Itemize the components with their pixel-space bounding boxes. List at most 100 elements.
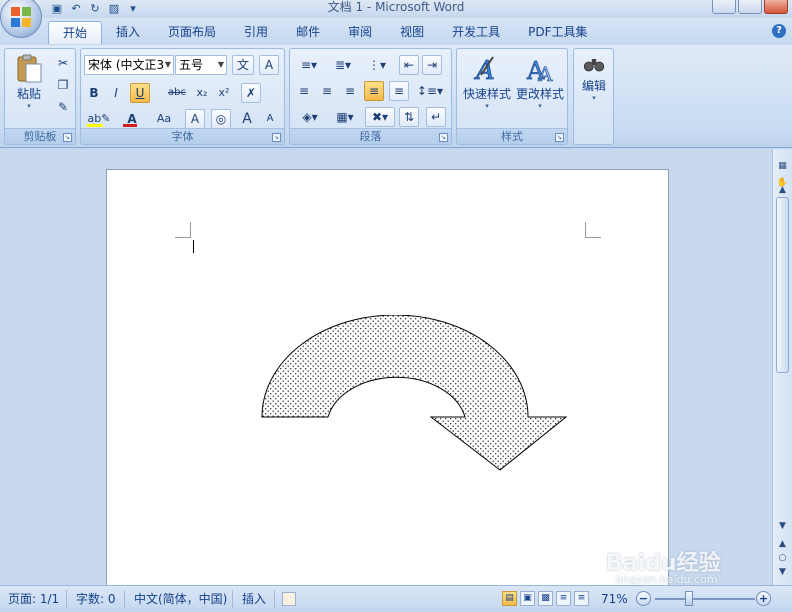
underline-button[interactable]: U — [130, 83, 150, 103]
zoom-in-icon[interactable]: + — [756, 591, 771, 606]
paste-label: 粘贴 — [16, 87, 41, 101]
close-button[interactable] — [764, 0, 788, 14]
minimize-button[interactable] — [712, 0, 736, 14]
justify-icon[interactable]: ≡ — [364, 81, 384, 101]
next-page-icon[interactable]: ▼ — [775, 565, 790, 579]
decrease-indent-icon[interactable]: ⇤ — [399, 55, 419, 75]
font-color-button[interactable]: A — [119, 109, 145, 129]
character-shading-icon[interactable]: A — [185, 109, 205, 129]
increase-indent-icon[interactable]: ⇥ — [422, 55, 442, 75]
tab-page-layout[interactable]: 页面布局 — [154, 21, 230, 44]
highlight-swatch — [87, 124, 103, 127]
subscript-button[interactable]: x₂ — [192, 83, 212, 103]
font-launcher-icon[interactable]: ↘ — [272, 133, 281, 142]
distributed-icon[interactable]: ≡ — [389, 81, 409, 101]
shrink-font-button[interactable]: A — [260, 109, 280, 129]
sort-icon[interactable]: ⇅ — [399, 107, 419, 127]
baidu-watermark: Baidu经验 jingyan.baidu.com — [606, 545, 721, 586]
superscript-button[interactable]: x² — [214, 83, 234, 103]
grow-font-button[interactable]: A — [237, 109, 257, 129]
scroll-up-icon[interactable]: ▲ — [775, 183, 790, 197]
highlight-color-button[interactable]: ab✎ — [84, 109, 114, 129]
align-right-icon[interactable]: ≡ — [340, 81, 360, 101]
change-styles-icon: A A — [526, 57, 554, 85]
clipboard-launcher-icon[interactable]: ↘ — [63, 133, 72, 142]
tab-mailings[interactable]: 邮件 — [282, 21, 334, 44]
change-case-button[interactable]: Aa — [151, 109, 177, 129]
change-styles-button[interactable]: A A 更改样式 ▾ — [514, 53, 566, 110]
styles-launcher-icon[interactable]: ↘ — [555, 133, 564, 142]
document-page[interactable] — [106, 169, 669, 585]
page-indicator[interactable]: 页面: 1/1 — [8, 590, 59, 608]
paste-icon — [17, 54, 42, 83]
previous-page-icon[interactable]: ▲ — [775, 537, 790, 551]
zoom-out-icon[interactable]: − — [636, 591, 651, 606]
zoom-level[interactable]: 71% — [601, 590, 628, 608]
enclose-characters-icon[interactable]: ◎ — [211, 109, 231, 129]
align-left-icon[interactable]: ≡ — [294, 81, 314, 101]
zoom-slider[interactable] — [655, 598, 755, 600]
cut-icon[interactable]: ✂ — [53, 53, 73, 73]
tab-home[interactable]: 开始 — [48, 21, 103, 44]
copy-icon[interactable]: ❐ — [53, 75, 73, 95]
align-center-icon[interactable]: ≡ — [317, 81, 337, 101]
macro-record-icon[interactable] — [282, 592, 296, 606]
phonetic-guide-icon[interactable]: 文 — [232, 55, 254, 75]
bold-button[interactable]: B — [84, 83, 104, 103]
insert-mode[interactable]: 插入 — [242, 590, 266, 608]
quick-styles-button[interactable]: A 快速样式 ▾ — [461, 53, 513, 110]
font-size-select[interactable]: 五号 ▼ — [175, 55, 227, 75]
strikethrough-button[interactable]: abc — [165, 83, 189, 103]
tab-developer[interactable]: 开发工具 — [438, 21, 514, 44]
format-painter-icon[interactable]: ✎ — [53, 97, 73, 117]
ribbon-tab-bar: 开始 插入 页面布局 引用 邮件 审阅 视图 开发工具 PDF工具集 ? — [0, 18, 792, 45]
outline-view-icon[interactable]: ≡ — [556, 591, 571, 606]
status-bar: 页面: 1/1 字数: 0 中文(简体，中国) 插入 ▤ ▣ ▩ ≡ ≡ 71%… — [0, 585, 792, 612]
scroll-thumb[interactable] — [776, 197, 789, 373]
italic-button[interactable]: I — [106, 83, 126, 103]
zoom-slider-thumb[interactable] — [684, 591, 693, 606]
document-area — [0, 149, 772, 585]
web-layout-view-icon[interactable]: ▩ — [538, 591, 553, 606]
chinese-layout-icon[interactable]: ✖▾ — [365, 107, 395, 127]
show-marks-icon[interactable]: ↵ — [426, 107, 446, 127]
numbering-icon[interactable]: ≣▾ — [328, 55, 358, 75]
tab-pdf-tools[interactable]: PDF工具集 — [514, 21, 601, 44]
ribbon-tabs: 开始 插入 页面布局 引用 邮件 审阅 视图 开发工具 PDF工具集 — [48, 21, 602, 44]
character-border-icon[interactable]: A — [259, 55, 279, 75]
tab-references[interactable]: 引用 — [230, 21, 282, 44]
paragraph-launcher-icon[interactable]: ↘ — [439, 133, 448, 142]
office-logo-icon — [11, 7, 31, 27]
quick-styles-icon: A — [474, 56, 496, 85]
styles-group-label: 样式 — [457, 128, 567, 144]
borders-icon[interactable]: ▦▾ — [330, 107, 360, 127]
tab-review[interactable]: 审阅 — [334, 21, 386, 44]
language-indicator[interactable]: 中文(简体，中国) — [134, 590, 227, 608]
tab-insert[interactable]: 插入 — [102, 21, 154, 44]
help-icon[interactable]: ? — [772, 24, 786, 38]
maximize-button[interactable] — [738, 0, 762, 14]
scroll-down-icon[interactable]: ▼ — [775, 519, 790, 533]
editing-button[interactable]: 编辑 ▾ — [574, 53, 614, 102]
chevron-down-icon: ▼ — [217, 60, 224, 69]
tab-view[interactable]: 视图 — [386, 21, 438, 44]
curved-arrow-shape[interactable] — [257, 315, 567, 480]
font-name-select[interactable]: 宋体 (中文正3 ▼ — [84, 55, 174, 75]
print-layout-view-icon[interactable]: ▤ — [502, 591, 517, 606]
draft-view-icon[interactable]: ≡ — [574, 591, 589, 606]
vertical-scrollbar[interactable]: ▦ ✋ ▲ ▼ ▲ ○ ▼ — [772, 149, 792, 585]
multilevel-list-icon[interactable]: ⋮▾ — [362, 55, 392, 75]
paragraph-group: ≡▾ ≣▾ ⋮▾ ⇤ ⇥ ≡ ≡ ≡ ≡ ≡ ↕≡▾ ◈▾ ▦▾ ✖▾ ⇅ ↵ … — [289, 48, 452, 145]
line-spacing-icon[interactable]: ↕≡▾ — [414, 81, 446, 101]
shading-icon[interactable]: ◈▾ — [294, 107, 326, 127]
paste-button[interactable]: 粘贴 ▾ — [7, 53, 51, 110]
bullets-icon[interactable]: ≡▾ — [294, 55, 324, 75]
full-screen-reading-view-icon[interactable]: ▣ — [520, 591, 535, 606]
ruler-toggle-icon[interactable]: ▦ — [775, 159, 790, 173]
word-count[interactable]: 字数: 0 — [76, 590, 116, 608]
clear-formatting-icon[interactable]: ✗ — [241, 83, 261, 103]
clipboard-group: 粘贴 ▾ ✂ ❐ ✎ 剪贴板 ↘ — [4, 48, 76, 145]
text-cursor — [193, 240, 194, 253]
editing-group: 编辑 ▾ — [573, 48, 614, 145]
select-browse-object-icon[interactable]: ○ — [775, 551, 790, 565]
